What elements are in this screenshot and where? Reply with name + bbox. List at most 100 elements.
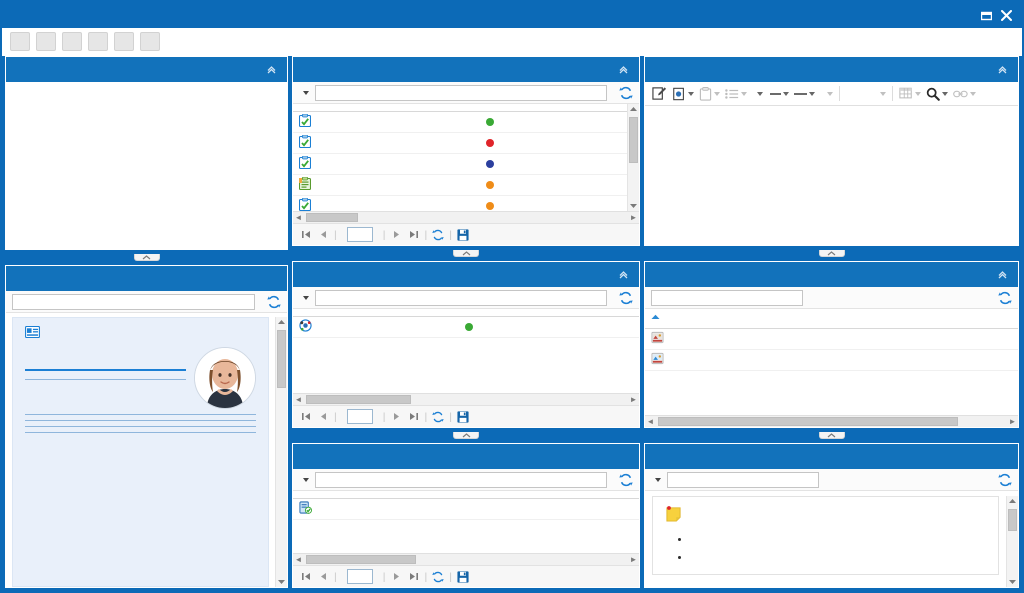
address-card[interactable] bbox=[12, 317, 269, 587]
splitter-grip[interactable] bbox=[818, 250, 845, 257]
table-icon[interactable] bbox=[897, 84, 923, 103]
vorgaenge-search-input[interactable] bbox=[315, 289, 607, 306]
splitter-grip[interactable] bbox=[453, 250, 479, 257]
horizontal-splitter[interactable] bbox=[644, 432, 1019, 439]
scroll-left-icon[interactable]: ◄ bbox=[645, 416, 656, 427]
minimize-icon[interactable] bbox=[981, 10, 992, 21]
scroll-down-icon[interactable] bbox=[277, 576, 286, 587]
column-header-status[interactable] bbox=[479, 104, 567, 112]
last-page-icon[interactable] bbox=[407, 229, 419, 241]
table-row[interactable] bbox=[293, 153, 639, 175]
bold-icon[interactable] bbox=[750, 84, 767, 103]
edit-icon[interactable] bbox=[650, 84, 669, 103]
next-page-icon[interactable] bbox=[390, 571, 402, 583]
scroll-track[interactable] bbox=[276, 328, 287, 576]
prev-page-icon[interactable] bbox=[317, 411, 329, 423]
scroll-thumb[interactable] bbox=[306, 213, 358, 222]
aufgaben-search-input[interactable] bbox=[315, 84, 607, 101]
text-color-icon[interactable] bbox=[768, 84, 791, 103]
column-header-status[interactable] bbox=[431, 491, 505, 499]
table-row[interactable] bbox=[293, 195, 639, 211]
highlight-color-icon[interactable] bbox=[792, 84, 817, 103]
splitter-grip[interactable] bbox=[133, 254, 160, 261]
next-page-icon[interactable] bbox=[390, 229, 402, 241]
horizontal-splitter[interactable] bbox=[644, 250, 1019, 257]
aufgaben-vertical-scrollbar[interactable] bbox=[627, 104, 639, 211]
scroll-right-icon[interactable]: ► bbox=[628, 394, 639, 405]
suchen-vertical-scrollbar[interactable] bbox=[1006, 496, 1018, 587]
insert-object-icon[interactable] bbox=[670, 84, 696, 103]
style-dropdown[interactable] bbox=[844, 84, 888, 103]
column-header-phase[interactable] bbox=[504, 491, 563, 499]
scroll-thumb[interactable] bbox=[1008, 509, 1017, 531]
scroll-thumb[interactable] bbox=[658, 417, 958, 426]
scroll-left-icon[interactable]: ◄ bbox=[293, 394, 304, 405]
first-page-icon[interactable] bbox=[300, 411, 312, 423]
collapse-icon[interactable] bbox=[996, 63, 1009, 76]
scroll-track[interactable] bbox=[628, 115, 639, 200]
table-row[interactable] bbox=[293, 174, 639, 196]
column-header-name[interactable] bbox=[645, 309, 810, 329]
scroll-left-icon[interactable]: ◄ bbox=[293, 554, 304, 565]
column-header-projektname[interactable] bbox=[293, 491, 432, 499]
splitter-grip[interactable] bbox=[453, 432, 479, 439]
refresh-icon[interactable] bbox=[619, 86, 633, 100]
list-item[interactable] bbox=[652, 496, 999, 575]
column-header-partial[interactable] bbox=[991, 309, 1018, 329]
vorgang-anlegen-button[interactable] bbox=[140, 32, 160, 51]
notiz-anlegen-button[interactable] bbox=[62, 32, 82, 51]
scroll-up-icon[interactable] bbox=[629, 104, 638, 115]
scroll-thumb[interactable] bbox=[306, 555, 416, 564]
aufgabe-anlegen-button[interactable] bbox=[88, 32, 108, 51]
refresh-icon[interactable] bbox=[432, 229, 444, 241]
format-dropdown[interactable] bbox=[818, 84, 835, 103]
vorgaenge-filter-dropdown[interactable] bbox=[299, 295, 309, 300]
horizontal-splitter[interactable] bbox=[5, 254, 288, 261]
refresh-icon[interactable] bbox=[432, 411, 444, 423]
refresh-icon[interactable] bbox=[267, 295, 281, 309]
scroll-down-icon[interactable] bbox=[629, 200, 638, 211]
scroll-thumb[interactable] bbox=[306, 395, 411, 404]
collapse-icon[interactable] bbox=[265, 63, 278, 76]
refresh-icon[interactable] bbox=[998, 291, 1012, 305]
projekte-filter-dropdown[interactable] bbox=[299, 477, 309, 482]
scroll-left-icon[interactable]: ◄ bbox=[293, 212, 304, 223]
next-page-icon[interactable] bbox=[390, 411, 402, 423]
aufgaben-filter-dropdown[interactable] bbox=[299, 90, 309, 95]
close-icon[interactable] bbox=[1001, 9, 1012, 21]
scroll-thumb[interactable] bbox=[629, 117, 638, 163]
column-header-vorgangsname[interactable] bbox=[293, 309, 460, 317]
scroll-track[interactable] bbox=[656, 416, 1007, 427]
collapse-icon[interactable] bbox=[617, 63, 630, 76]
projekt-anlegen-button[interactable] bbox=[114, 32, 134, 51]
scroll-track[interactable] bbox=[304, 212, 628, 223]
adressen-vertical-scrollbar[interactable] bbox=[275, 317, 287, 587]
refresh-icon[interactable] bbox=[998, 473, 1012, 487]
scroll-right-icon[interactable]: ► bbox=[628, 212, 639, 223]
column-header-zuletzt-geaendert[interactable] bbox=[902, 309, 992, 329]
pager-page-input[interactable] bbox=[346, 569, 373, 584]
refresh-icon[interactable] bbox=[432, 571, 444, 583]
projekte-horizontal-scrollbar[interactable]: ◄ ► bbox=[293, 553, 639, 565]
prev-page-icon[interactable] bbox=[317, 229, 329, 241]
aufgaben-horizontal-scrollbar[interactable]: ◄ ► bbox=[293, 211, 639, 223]
horizontal-splitter[interactable] bbox=[292, 250, 640, 257]
details-bearbeiten-button[interactable] bbox=[10, 32, 30, 51]
paste-icon[interactable] bbox=[697, 84, 722, 103]
column-header-titel[interactable] bbox=[293, 104, 480, 112]
scroll-right-icon[interactable]: ► bbox=[1007, 416, 1018, 427]
collapse-icon[interactable] bbox=[617, 268, 630, 281]
save-icon[interactable] bbox=[457, 228, 469, 241]
scroll-thumb[interactable] bbox=[277, 330, 286, 388]
splitter-grip[interactable] bbox=[818, 432, 845, 439]
vorgaenge-horizontal-scrollbar[interactable]: ◄ ► bbox=[293, 393, 639, 405]
pager-page-input[interactable] bbox=[346, 409, 373, 424]
table-row[interactable] bbox=[293, 132, 639, 154]
suchen-filter-dropdown[interactable] bbox=[651, 477, 661, 482]
first-page-icon[interactable] bbox=[300, 229, 312, 241]
table-row[interactable] bbox=[293, 316, 639, 338]
collapse-icon[interactable] bbox=[996, 268, 1009, 281]
projekte-search-input[interactable] bbox=[315, 471, 607, 488]
list-icon[interactable] bbox=[723, 84, 749, 103]
suchen-search-input[interactable] bbox=[667, 471, 819, 488]
